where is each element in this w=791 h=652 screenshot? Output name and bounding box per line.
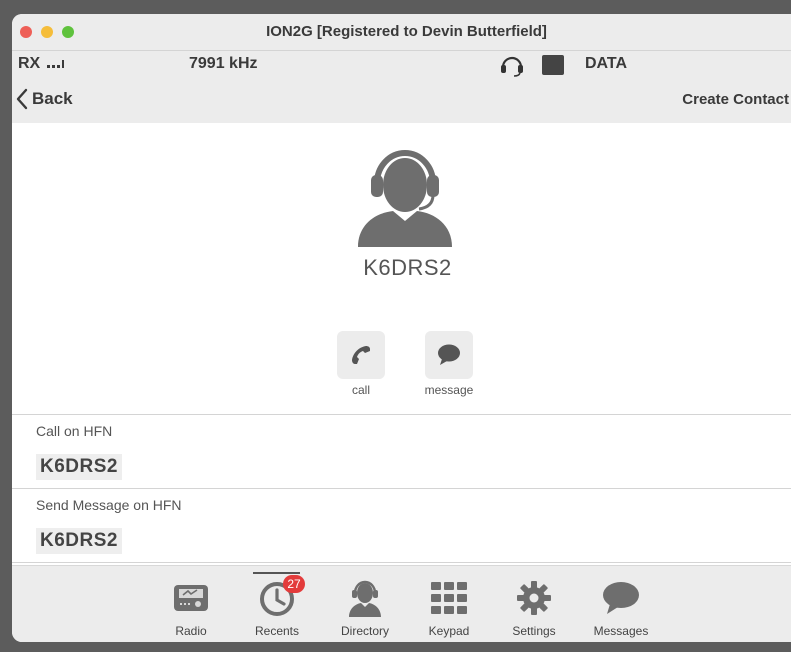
window-title: ION2G [Registered to Devin Butterfield]	[266, 23, 547, 40]
tab-settings-label: Settings	[512, 624, 556, 638]
message-callsign[interactable]: K6DRS2	[36, 528, 122, 554]
call-action[interactable]: call	[331, 331, 391, 397]
tab-recents[interactable]: Recents	[237, 578, 317, 638]
tab-recents-label: Recents	[254, 624, 300, 638]
contact-detail: K6DRS2 call message Call on HFN K6DRS2 S…	[12, 123, 791, 565]
message-label: message	[424, 383, 474, 397]
tab-radio[interactable]: Radio	[151, 578, 231, 638]
active-tab-indicator	[253, 572, 300, 574]
tab-messages[interactable]: Messages	[581, 578, 661, 638]
headset-icon[interactable]	[499, 53, 525, 77]
tab-directory-label: Directory	[340, 624, 389, 638]
call-label: call	[351, 383, 370, 397]
message-action[interactable]: message	[419, 331, 479, 397]
frequency-readout: 7991 kHz	[189, 55, 258, 72]
gear-icon	[517, 581, 551, 615]
divider	[12, 414, 791, 415]
tab-bar: Radio Recents Directory Keypad Settings …	[12, 565, 791, 642]
recents-badge: 27	[283, 575, 305, 593]
app-window: ION2G [Registered to Devin Butterfield] …	[12, 14, 791, 642]
divider	[12, 488, 791, 489]
tab-keypad-label: Keypad	[428, 624, 470, 638]
divider	[12, 562, 791, 563]
rx-label: RX	[18, 55, 41, 72]
call-button[interactable]	[337, 331, 385, 379]
back-label: Back	[32, 89, 73, 108]
chat-bubble-icon	[438, 344, 460, 365]
person-headset-icon	[349, 580, 381, 617]
chat-bubble-icon	[603, 582, 639, 614]
title-bar: ION2G [Registered to Devin Butterfield]	[12, 14, 791, 51]
message-button[interactable]	[425, 331, 473, 379]
create-contact-button[interactable]: Create Contact	[682, 91, 789, 108]
status-bar: RX 7991 kHz DATA	[12, 51, 791, 77]
contact-avatar-icon	[358, 150, 452, 247]
navigation-bar: Back Create Contact	[12, 77, 791, 123]
chevron-left-icon	[16, 88, 28, 110]
call-section-label: Call on HFN	[36, 423, 113, 439]
stop-icon[interactable]	[542, 55, 564, 75]
radio-icon	[174, 585, 208, 611]
tab-messages-label: Messages	[593, 624, 649, 638]
tab-radio-label: Radio	[175, 624, 207, 638]
tab-directory[interactable]: Directory	[325, 578, 405, 638]
rx-indicator: RX	[18, 55, 65, 73]
keypad-icon	[431, 582, 467, 614]
contact-name: K6DRS2	[363, 255, 452, 280]
call-callsign[interactable]: K6DRS2	[36, 454, 122, 480]
message-section-label: Send Message on HFN	[36, 497, 182, 513]
tab-settings[interactable]: Settings	[494, 578, 574, 638]
back-button[interactable]: Back	[16, 88, 73, 110]
tab-keypad[interactable]: Keypad	[409, 578, 489, 638]
mode-label: DATA	[585, 55, 628, 72]
signal-bars-icon	[46, 60, 64, 68]
phone-icon	[352, 346, 370, 364]
